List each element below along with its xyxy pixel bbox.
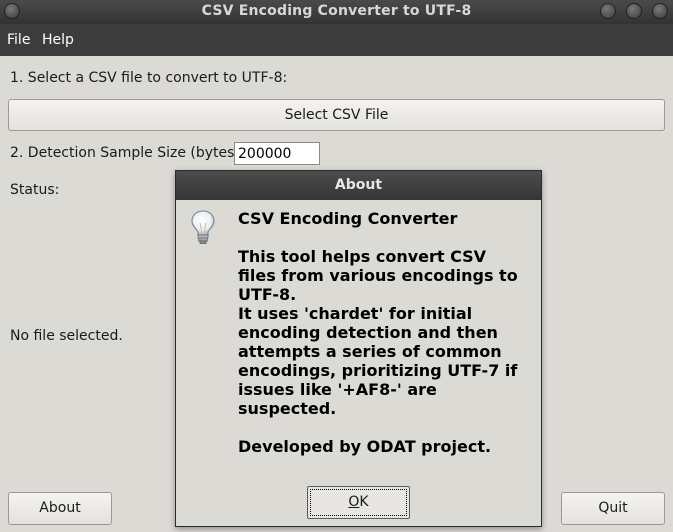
file-status-text: No file selected. [10, 328, 123, 344]
menu-file[interactable]: File [7, 32, 30, 48]
maximize-icon[interactable] [626, 3, 642, 19]
select-csv-button[interactable]: Select CSV File [8, 99, 665, 131]
step1-label: 1. Select a CSV file to convert to UTF-8… [10, 70, 288, 86]
dialog-heading: CSV Encoding Converter [238, 209, 458, 228]
minimize-icon[interactable] [600, 3, 616, 19]
lightbulb-icon [191, 210, 215, 244]
ok-button[interactable]: OK [307, 486, 410, 519]
close-icon[interactable] [652, 3, 668, 19]
about-button[interactable]: About [8, 492, 112, 525]
about-dialog: About CSV Encoding Converter This tool h… [175, 170, 542, 527]
quit-button[interactable]: Quit [561, 492, 665, 525]
ok-mnemonic: O [348, 494, 360, 510]
menu-bar: File Help [0, 24, 673, 56]
title-bar: CSV Encoding Converter to UTF-8 [0, 0, 673, 24]
dialog-footer: Developed by ODAT project. [238, 437, 492, 456]
menu-help[interactable]: Help [42, 32, 74, 48]
sample-size-input[interactable] [234, 142, 320, 165]
dialog-title: About [176, 171, 541, 200]
window-title: CSV Encoding Converter to UTF-8 [201, 3, 472, 19]
status-label: Status: [10, 182, 60, 198]
dialog-message: CSV Encoding Converter This tool helps c… [238, 209, 533, 456]
dialog-body: This tool helps convert CSV files from v… [238, 247, 518, 418]
step2-label: 2. Detection Sample Size (bytes): [10, 145, 245, 161]
ok-label-rest: K [359, 494, 369, 510]
